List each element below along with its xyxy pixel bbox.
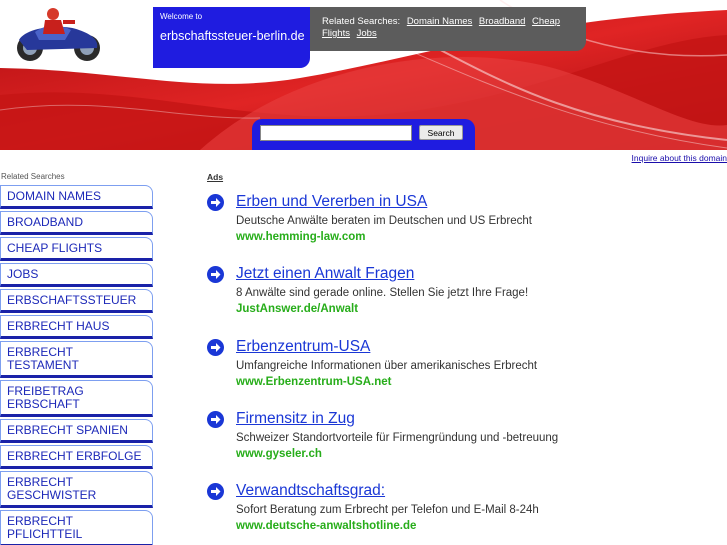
sidebar-title: Related Searches: [1, 172, 65, 181]
sidebar-item-cheap-flights[interactable]: CHEAP FLIGHTS: [0, 237, 153, 261]
related-searches-sidebar: DOMAIN NAMES BROADBAND CHEAP FLIGHTS JOB…: [0, 185, 155, 545]
ad-description: 8 Anwälte sind gerade online. Stellen Si…: [236, 287, 529, 299]
welcome-label: Welcome to: [160, 12, 203, 21]
ad-description: Sofort Beratung zum Erbrecht per Telefon…: [236, 504, 539, 516]
arrow-right-icon[interactable]: [207, 411, 224, 428]
header-banner: Welcome to erbschaftssteuer-berlin.de Re…: [0, 0, 727, 150]
related-link-jobs[interactable]: Jobs: [357, 28, 377, 39]
sidebar-item-erbrecht-pflichtteil[interactable]: ERBRECHT PFLICHTTEIL: [0, 510, 153, 545]
ad-description: Schweizer Standortvorteile für Firmengrü…: [236, 432, 559, 444]
related-link-broadband[interactable]: Broadband: [479, 16, 525, 27]
ad-title[interactable]: Verwandtschaftsgrad:: [236, 482, 385, 500]
sidebar-item-freibetrag-erbschaft[interactable]: FREIBETRAG ERBSCHAFT: [0, 380, 153, 417]
ad-url[interactable]: www.deutsche-anwaltshotline.de: [236, 520, 416, 532]
ad-url[interactable]: www.hemming-law.com: [236, 231, 366, 243]
arrow-right-icon[interactable]: [207, 483, 224, 500]
ad-url[interactable]: www.gyseler.ch: [236, 448, 322, 460]
related-searches-text: Related Searches: Domain Names Broadband…: [322, 16, 580, 40]
ad-title[interactable]: Firmensitz in Zug: [236, 410, 355, 428]
inquire-domain-link[interactable]: Inquire about this domain: [632, 153, 727, 163]
sidebar-item-erbrecht-testament[interactable]: ERBRECHT TESTAMENT: [0, 341, 153, 378]
arrow-right-icon[interactable]: [207, 194, 224, 211]
search-panel: Search: [252, 119, 475, 150]
search-input[interactable]: [260, 125, 412, 141]
sidebar-item-erbschaftssteuer[interactable]: ERBSCHAFTSSTEUER: [0, 289, 153, 313]
arrow-right-icon[interactable]: [207, 339, 224, 356]
welcome-panel: Welcome to erbschaftssteuer-berlin.de: [153, 7, 310, 68]
sidebar-item-broadband[interactable]: BROADBAND: [0, 211, 153, 235]
sidebar-item-erbrecht-spanien[interactable]: ERBRECHT SPANIEN: [0, 419, 153, 443]
domain-name: erbschaftssteuer-berlin.de: [160, 29, 305, 43]
ads-label[interactable]: Ads: [207, 172, 223, 182]
logo-area: [0, 0, 153, 67]
ad-url[interactable]: www.Erbenzentrum-USA.net: [236, 376, 391, 388]
sidebar-item-erbrecht-erbfolge[interactable]: ERBRECHT ERBFOLGE: [0, 445, 153, 469]
search-button[interactable]: Search: [419, 125, 463, 140]
ad-title[interactable]: Jetzt einen Anwalt Fragen: [236, 265, 414, 283]
sidebar-item-erbrecht-geschwister[interactable]: ERBRECHT GESCHWISTER: [0, 471, 153, 508]
related-searches-label: Related Searches:: [322, 16, 401, 27]
sidebar-item-domain-names[interactable]: DOMAIN NAMES: [0, 185, 153, 209]
related-searches-panel: Related Searches: Domain Names Broadband…: [310, 7, 586, 51]
ad-title[interactable]: Erbenzentrum-USA: [236, 338, 370, 356]
ad-title[interactable]: Erben und Vererben in USA: [236, 193, 427, 211]
related-link-domain-names[interactable]: Domain Names: [407, 16, 472, 27]
ad-description: Deutsche Anwälte beraten im Deutschen un…: [236, 215, 532, 227]
ad-url[interactable]: JustAnswer.de/Anwalt: [236, 303, 358, 315]
sidebar-item-jobs[interactable]: JOBS: [0, 263, 153, 287]
sidebar-item-erbrecht-haus[interactable]: ERBRECHT HAUS: [0, 315, 153, 339]
motorcycle-logo-icon: [17, 8, 100, 61]
arrow-right-icon[interactable]: [207, 266, 224, 283]
ad-description: Umfangreiche Informationen über amerikan…: [236, 360, 538, 372]
